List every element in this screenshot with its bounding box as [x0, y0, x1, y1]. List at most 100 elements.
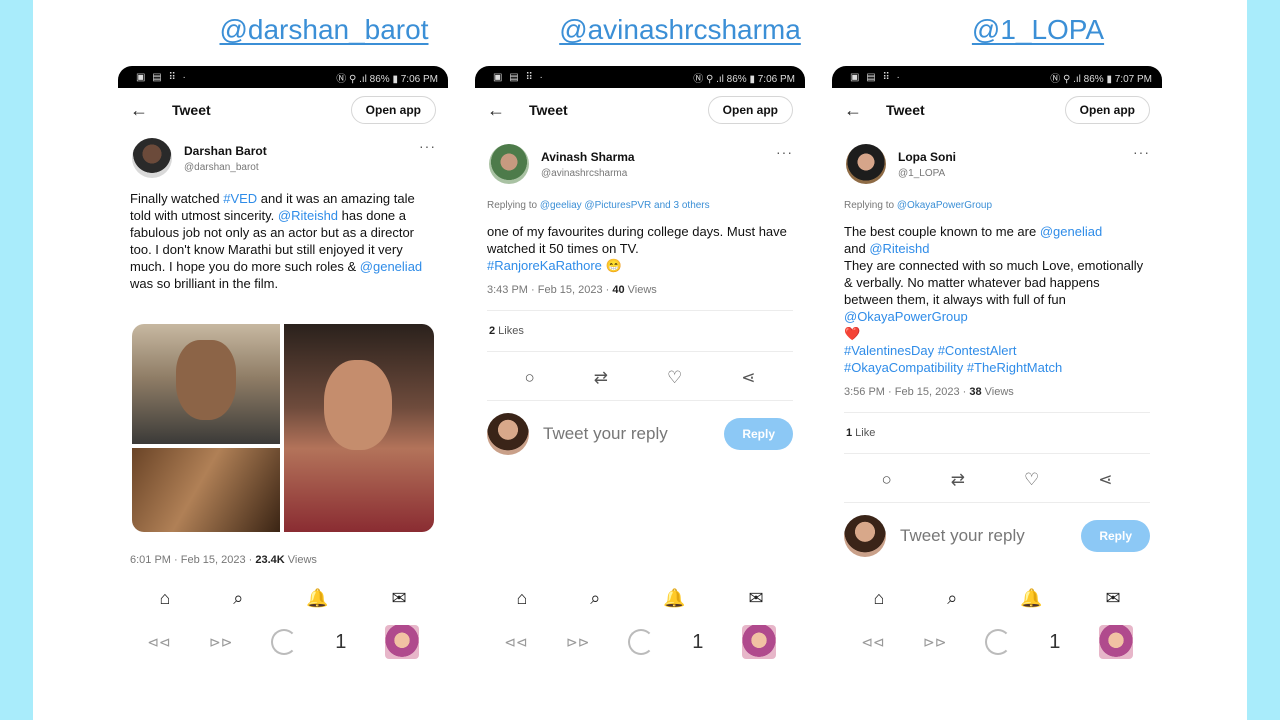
author-name[interactable]: Darshan Barot [184, 144, 267, 158]
reply-composer: Tweet your reply Reply [832, 503, 1162, 557]
tweet-body: The best couple known to me are @genelia… [832, 211, 1162, 376]
status-icons-left: ▣ ▤ ⠿ · [136, 71, 188, 83]
mail-icon[interactable]: ✉ [1105, 588, 1120, 622]
mail-icon[interactable]: ✉ [748, 588, 763, 622]
author-handle[interactable]: @1_LOPA [898, 168, 956, 179]
views-count: 23.4K [255, 554, 285, 566]
replying-to: Replying to @geeliay @PicturesPVR and 3 … [475, 184, 805, 211]
home-icon[interactable]: ⌂ [873, 588, 884, 622]
phone-screenshot-1: ▣ ▤ ⠿ · Ⓝ ⚲ .ıl 86% ▮ 7:06 PM ← Tweet Op… [118, 66, 448, 680]
author-handle[interactable]: @avinashrcsharma [541, 168, 635, 179]
bell-icon[interactable]: 🔔 [306, 588, 328, 622]
author-name[interactable]: Avinash Sharma [541, 150, 635, 164]
browser-forward-icon[interactable]: ⊳⊳ [923, 634, 946, 651]
tweet-meta: 3:43 PM · Feb 15, 2023 · 40 Views [475, 274, 805, 296]
views-label: Views [981, 386, 1014, 398]
like-icon[interactable]: ♡ [667, 368, 682, 388]
tab-count[interactable]: 1 [1049, 631, 1060, 654]
profile-thumbnail[interactable] [384, 625, 419, 659]
hashtag-link[interactable]: #RanjoreKaRathore [487, 258, 602, 273]
mention-link[interactable]: @geneliad [360, 259, 422, 274]
search-icon[interactable]: ⌕ [947, 588, 957, 622]
more-options-icon[interactable]: ··· [419, 138, 436, 154]
media-image[interactable] [132, 324, 280, 444]
reply-icon[interactable]: ○ [881, 470, 891, 490]
back-arrow-icon[interactable]: ← [130, 100, 172, 121]
avatar[interactable] [846, 144, 886, 184]
tweet-media-grid[interactable] [132, 324, 434, 532]
retweet-icon[interactable]: ⇄ [594, 368, 608, 388]
likes-row[interactable]: 1 Like [832, 413, 1162, 439]
more-options-icon[interactable]: ··· [776, 144, 793, 160]
tweet-header: ← Tweet Open app [832, 88, 1162, 132]
reload-icon[interactable] [627, 629, 654, 655]
hashtag-links[interactable]: #OkayaCompatibility #TheRightMatch [844, 360, 1062, 375]
back-arrow-icon[interactable]: ← [844, 100, 886, 121]
tweet-timestamp: 6:01 PM · Feb 15, 2023 · [130, 554, 256, 566]
hashtag-links[interactable]: #ValentinesDay #ContestAlert [844, 343, 1016, 358]
browser-back-icon[interactable]: ⊲⊲ [861, 634, 884, 651]
views-label: Views [284, 554, 317, 566]
media-image[interactable] [284, 324, 434, 532]
more-options-icon[interactable]: ··· [1133, 144, 1150, 160]
reply-icon[interactable]: ○ [524, 368, 534, 388]
browser-toolbar: ⊲⊲ ⊳⊳ 1 [118, 622, 448, 662]
avatar[interactable] [489, 144, 529, 184]
status-right: Ⓝ ⚲ .ıl 86% ▮ 7:06 PM [336, 73, 438, 85]
reload-icon[interactable] [984, 629, 1011, 655]
body-text: They are connected with so much Love, em… [844, 258, 1144, 307]
author-name[interactable]: Lopa Soni [898, 150, 956, 164]
search-icon[interactable]: ⌕ [590, 588, 600, 622]
search-icon[interactable]: ⌕ [233, 588, 243, 622]
reply-button[interactable]: Reply [724, 418, 793, 450]
share-icon[interactable]: ⋖ [741, 368, 755, 388]
browser-forward-icon[interactable]: ⊳⊳ [566, 634, 589, 651]
tweet-meta: 6:01 PM · Feb 15, 2023 · 23.4K Views [118, 544, 329, 566]
browser-toolbar: ⊲⊲ ⊳⊳ 1 [475, 622, 805, 662]
body-text: was so brilliant in the film. [130, 276, 279, 291]
open-app-button[interactable]: Open app [707, 96, 793, 124]
bottom-navigation: ⌂ ⌕ 🔔 ✉ ⊲⊲ ⊳⊳ 1 [475, 576, 805, 680]
media-image[interactable] [132, 448, 280, 532]
author-handle[interactable]: @darshan_barot [184, 162, 267, 173]
browser-back-icon[interactable]: ⊲⊲ [504, 634, 527, 651]
views-count: 38 [969, 386, 982, 398]
bell-icon[interactable]: 🔔 [663, 588, 685, 622]
open-app-button[interactable]: Open app [350, 96, 436, 124]
reply-button[interactable]: Reply [1081, 520, 1150, 552]
share-icon[interactable]: ⋖ [1098, 470, 1112, 490]
phone-screenshot-3: ▣ ▤ ⠿ · Ⓝ ⚲ .ıl 86% ▮ 7:07 PM ← Tweet Op… [832, 66, 1162, 680]
home-icon[interactable]: ⌂ [516, 588, 527, 622]
page-title: Tweet [529, 102, 568, 118]
mention-link[interactable]: @OkayaPowerGroup [844, 309, 968, 324]
handle-title-3: @1_LOPA [971, 14, 1105, 45]
browser-back-icon[interactable]: ⊲⊲ [147, 634, 170, 651]
reply-input[interactable]: Tweet your reply [543, 424, 724, 444]
hashtag-link[interactable]: #VED [223, 191, 257, 206]
open-app-button[interactable]: Open app [1064, 96, 1150, 124]
browser-forward-icon[interactable]: ⊳⊳ [209, 634, 232, 651]
slide-canvas: @darshan_barot @avinashrcsharma @1_LOPA … [33, 0, 1247, 720]
body-text: The best couple known to me are [844, 224, 1040, 239]
replying-to-link[interactable]: @geeliay @PicturesPVR and 3 others [540, 200, 710, 211]
mention-link[interactable]: @Riteishd [869, 241, 929, 256]
like-icon[interactable]: ♡ [1024, 470, 1039, 490]
likes-row[interactable]: 2 Likes [475, 311, 805, 337]
retweet-icon[interactable]: ⇄ [951, 470, 965, 490]
back-arrow-icon[interactable]: ← [487, 100, 529, 121]
reload-icon[interactable] [270, 629, 297, 655]
mention-link[interactable]: @Riteishd [278, 208, 338, 223]
mention-link[interactable]: @geneliad [1040, 224, 1102, 239]
mail-icon[interactable]: ✉ [391, 588, 406, 622]
tab-count[interactable]: 1 [335, 631, 346, 654]
reply-input[interactable]: Tweet your reply [900, 526, 1081, 546]
tweet-timestamp: 3:43 PM · Feb 15, 2023 · [487, 284, 613, 296]
replying-prefix: Replying to [844, 200, 897, 211]
replying-to-link[interactable]: @OkayaPowerGroup [897, 200, 992, 211]
home-icon[interactable]: ⌂ [159, 588, 170, 622]
tab-count[interactable]: 1 [692, 631, 703, 654]
avatar[interactable] [132, 138, 172, 178]
bell-icon[interactable]: 🔔 [1020, 588, 1042, 622]
profile-thumbnail[interactable] [1098, 625, 1133, 659]
profile-thumbnail[interactable] [741, 625, 776, 659]
